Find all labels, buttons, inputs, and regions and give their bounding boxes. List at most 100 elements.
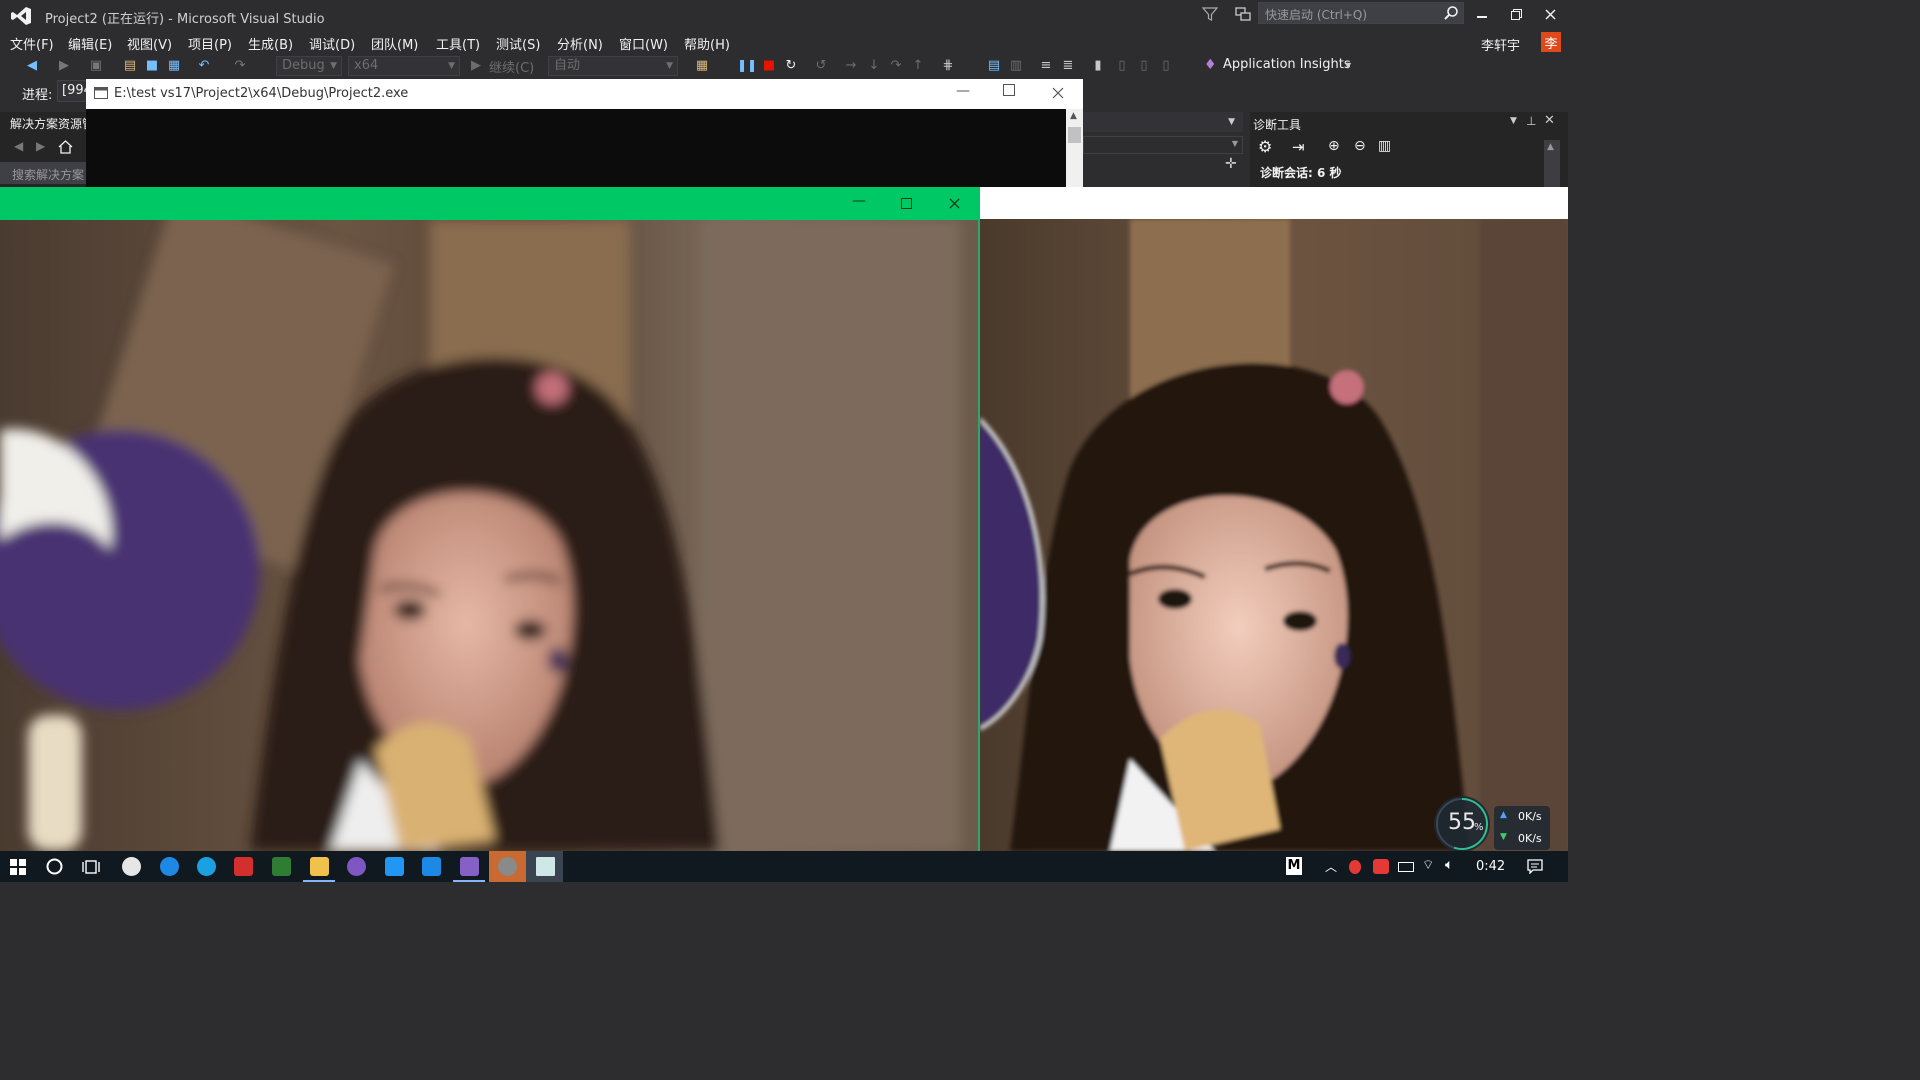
diag-scrollbar[interactable]: ▲ <box>1544 140 1560 188</box>
volume-icon[interactable]: 🔈︎ <box>1445 857 1453 873</box>
platform-select[interactable]: x64 ▼ <box>348 56 460 76</box>
solution-search-input[interactable]: 搜索解决方案 <box>0 162 86 184</box>
restore-button[interactable] <box>1499 0 1533 28</box>
feedback-icon[interactable] <box>1234 5 1252 23</box>
forward-icon[interactable]: ▶ <box>36 139 45 153</box>
search-icon[interactable] <box>1443 5 1459 21</box>
app-red-icon[interactable] <box>234 857 253 876</box>
battery-icon[interactable] <box>1398 862 1414 872</box>
user-avatar[interactable]: 李 <box>1541 32 1561 52</box>
image-window-close-button[interactable] <box>949 198 960 209</box>
step-out-icon[interactable]: ↑ <box>910 57 926 73</box>
quick-launch-input[interactable]: 快速启动 (Ctrl+Q) <box>1258 2 1464 24</box>
continue-button[interactable]: 继续(C) <box>489 57 534 76</box>
console-taskbar-button[interactable] <box>526 851 563 882</box>
step-into-icon[interactable]: ↓ <box>866 57 882 73</box>
windows-start-icon[interactable] <box>10 859 26 875</box>
image-window-minimize-button[interactable]: — <box>852 193 866 209</box>
word-icon[interactable] <box>422 857 441 876</box>
cortana-search-icon[interactable] <box>46 858 63 875</box>
network-speed-widget[interactable]: 55 % ▲ 0K/s ▼ 0K/s <box>1434 796 1556 852</box>
show-hidden-icons-chevron-icon[interactable]: ︿ <box>1325 858 1337 875</box>
show-next-statement-icon[interactable]: → <box>843 57 859 73</box>
next-bookmark-icon[interactable]: ▯ <box>1136 57 1152 73</box>
close-icon[interactable]: ✕ <box>1544 113 1555 128</box>
select-tools-icon[interactable]: ⇥ <box>1292 138 1305 156</box>
close-button[interactable] <box>1533 0 1567 28</box>
menu-team[interactable]: 团队(M) <box>371 34 418 53</box>
prev-bookmark-icon[interactable]: ▯ <box>1114 57 1130 73</box>
breakpoints-icon[interactable]: ▤ <box>986 57 1002 73</box>
console-scrollbar[interactable]: ▲ <box>1066 109 1083 188</box>
undo-icon[interactable]: ↶ <box>196 57 212 73</box>
console-minimize-button[interactable]: — <box>956 83 970 99</box>
editor-nav-dropdown[interactable]: ▼ <box>1083 112 1243 132</box>
menu-build[interactable]: 生成(B) <box>248 34 293 53</box>
menu-tools[interactable]: 工具(T) <box>436 34 480 53</box>
navigate-forward-icon[interactable]: ▶ <box>56 57 72 73</box>
menu-debug[interactable]: 调试(D) <box>309 34 355 53</box>
hot-reload-icon[interactable]: ↺ <box>813 57 829 73</box>
app-kugou-icon[interactable] <box>160 857 179 876</box>
image-window-maximize-button[interactable] <box>901 198 912 209</box>
menu-analyze[interactable]: 分析(N) <box>557 34 603 53</box>
split-add-icon[interactable]: ✛ <box>1225 156 1237 172</box>
new-project-icon[interactable]: ▣ <box>88 57 104 73</box>
file-explorer-icon[interactable] <box>310 857 329 876</box>
chevron-down-icon[interactable]: ▼ <box>1510 116 1517 126</box>
navigate-back-icon[interactable]: ◀ <box>24 57 40 73</box>
wifi-icon[interactable]: ⌔ <box>1422 857 1434 873</box>
scroll-thumb[interactable] <box>1068 127 1081 143</box>
menu-test[interactable]: 测试(S) <box>496 34 540 53</box>
taskbar-clock[interactable]: 0:42 <box>1476 859 1505 874</box>
home-icon[interactable] <box>58 139 73 154</box>
zoom-out-icon[interactable]: ⊖ <box>1354 138 1366 154</box>
member-dropdown[interactable]: ▼ <box>1083 136 1243 154</box>
comment-out-icon[interactable]: ≡ <box>1038 57 1054 73</box>
user-name[interactable]: 李轩宇 <box>1481 35 1520 54</box>
debug-target-select[interactable]: 自动 ▼ <box>548 56 678 76</box>
vscode-icon[interactable] <box>385 857 404 876</box>
save-icon[interactable]: ■ <box>144 57 160 73</box>
continue-play-icon[interactable]: ▶ <box>468 57 484 73</box>
console-close-button[interactable] <box>1052 87 1064 99</box>
step-over-icon[interactable]: ↷ <box>888 57 904 73</box>
visual-studio-icon[interactable] <box>460 857 479 876</box>
menu-help[interactable]: 帮助(H) <box>684 34 730 53</box>
bookmark-icon[interactable]: ▮ <box>1090 57 1106 73</box>
zoom-in-icon[interactable]: ⊕ <box>1328 138 1340 154</box>
clear-bookmarks-icon[interactable]: ▯ <box>1158 57 1174 73</box>
settings-gear-icon[interactable]: ⚙ <box>1258 137 1272 156</box>
filter-icon[interactable] <box>1202 6 1218 22</box>
opencv-window-taskbar-button[interactable] <box>489 851 526 882</box>
stop-debugging-icon[interactable]: ■ <box>761 57 777 73</box>
pin-icon[interactable]: ⊥ <box>1526 114 1536 128</box>
browser-edge-icon[interactable] <box>197 857 216 876</box>
open-file-icon[interactable]: ▤ <box>122 57 138 73</box>
app-purple-icon[interactable] <box>347 857 366 876</box>
menu-window[interactable]: 窗口(W) <box>619 34 668 53</box>
solution-config-select[interactable]: Debug ▼ <box>276 56 342 76</box>
uncomment-icon[interactable]: ≣ <box>1060 57 1076 73</box>
action-center-icon[interactable] <box>1527 859 1543 874</box>
reset-view-icon[interactable]: ▥ <box>1378 138 1391 154</box>
save-all-icon[interactable]: ▦ <box>166 57 182 73</box>
ime-indicator[interactable]: M <box>1286 857 1302 875</box>
menu-view[interactable]: 视图(V) <box>127 34 172 53</box>
tray-app-icon[interactable] <box>1373 859 1389 874</box>
restart-icon[interactable]: ↻ <box>783 57 799 73</box>
menu-edit[interactable]: 编辑(E) <box>68 34 112 53</box>
menu-project[interactable]: 项目(P) <box>188 34 232 53</box>
tray-security-icon[interactable] <box>1349 860 1361 874</box>
task-view-icon[interactable] <box>82 859 100 875</box>
hex-display-icon[interactable]: ▥ <box>1008 57 1024 73</box>
console-maximize-button[interactable] <box>1003 84 1015 96</box>
attach-process-icon[interactable]: ▦ <box>694 57 710 73</box>
back-icon[interactable]: ◀ <box>14 139 23 153</box>
redo-icon[interactable]: ↷ <box>232 57 248 73</box>
break-all-icon[interactable]: ❚❚ <box>737 57 757 73</box>
app-map-icon[interactable] <box>272 857 291 876</box>
application-insights-button[interactable]: Application Insights <box>1223 57 1351 72</box>
minimize-button[interactable] <box>1465 0 1499 28</box>
app-pinball-icon[interactable] <box>122 857 141 876</box>
